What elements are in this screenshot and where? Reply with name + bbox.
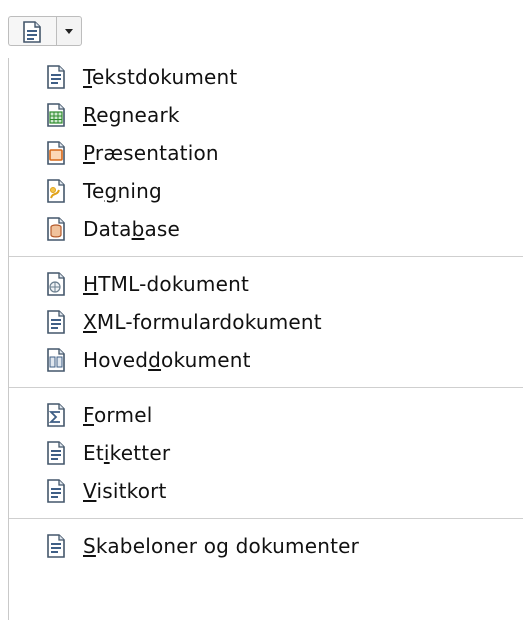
xml-form-document-icon bbox=[47, 310, 65, 334]
text-document-icon bbox=[47, 65, 65, 89]
menu-item-label: Database bbox=[83, 217, 181, 241]
new-document-menu: Tekstdokument Regneark Præsentation Tegn… bbox=[8, 58, 523, 620]
presentation-icon bbox=[47, 141, 65, 165]
menu-item-label: Etiketter bbox=[83, 441, 171, 465]
chevron-down-icon bbox=[65, 29, 73, 34]
toolbar bbox=[0, 0, 523, 60]
menu-item-tekstdokument[interactable]: Tekstdokument bbox=[9, 58, 523, 96]
drawing-icon bbox=[47, 179, 65, 203]
menu-item-xml-formulardokument[interactable]: XML-formulardokument bbox=[9, 303, 523, 341]
menu-item-tegning[interactable]: Tegning bbox=[9, 172, 523, 210]
new-document-button[interactable] bbox=[8, 16, 56, 46]
menu-item-label: Visitkort bbox=[83, 479, 167, 503]
menu-item-label: HTML-dokument bbox=[83, 272, 250, 296]
spreadsheet-icon bbox=[47, 103, 65, 127]
menu-item-label: Præsentation bbox=[83, 141, 219, 165]
business-cards-icon bbox=[47, 479, 65, 503]
menu-item-hoveddokument[interactable]: Hoveddokument bbox=[9, 341, 523, 379]
menu-item-label: Hoveddokument bbox=[83, 348, 251, 372]
menu-item-formel[interactable]: Formel bbox=[9, 396, 523, 434]
menu-item-label: Regneark bbox=[83, 103, 180, 127]
menu-item-regneark[interactable]: Regneark bbox=[9, 96, 523, 134]
text-document-icon bbox=[23, 21, 41, 43]
master-document-icon bbox=[47, 348, 65, 372]
formula-icon bbox=[47, 403, 65, 427]
menu-separator bbox=[9, 518, 523, 519]
new-document-dropdown-button[interactable] bbox=[56, 16, 82, 46]
menu-separator bbox=[9, 387, 523, 388]
menu-item-visitkort[interactable]: Visitkort bbox=[9, 472, 523, 510]
menu-item-præsentation[interactable]: Præsentation bbox=[9, 134, 523, 172]
menu-item-label: Tekstdokument bbox=[83, 65, 238, 89]
templates-and-documents-icon bbox=[47, 534, 65, 558]
menu-item-etiketter[interactable]: Etiketter bbox=[9, 434, 523, 472]
menu-item-html-dokument[interactable]: HTML-dokument bbox=[9, 265, 523, 303]
menu-item-database[interactable]: Database bbox=[9, 210, 523, 248]
labels-icon bbox=[47, 441, 65, 465]
menu-item-skabeloner-og-dokumenter[interactable]: Skabeloner og dokumenter bbox=[9, 527, 523, 565]
menu-separator bbox=[9, 256, 523, 257]
database-icon bbox=[47, 217, 65, 241]
menu-item-label: Skabeloner og dokumenter bbox=[83, 534, 360, 558]
menu-item-label: Formel bbox=[83, 403, 153, 427]
menu-item-label: Tegning bbox=[83, 179, 162, 203]
menu-item-label: XML-formulardokument bbox=[83, 310, 322, 334]
html-document-icon bbox=[47, 272, 65, 296]
